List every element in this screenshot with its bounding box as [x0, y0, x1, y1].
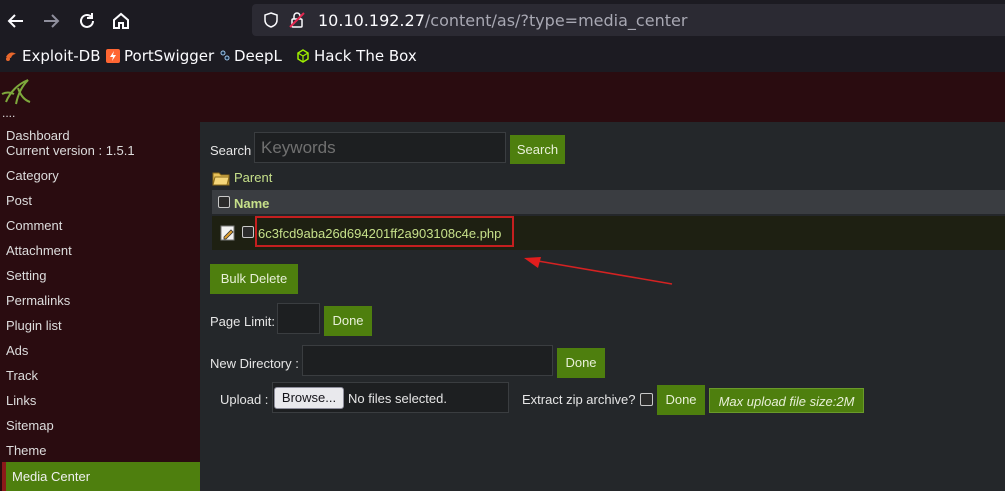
upload-label: Upload :: [220, 392, 269, 407]
sidebar-item-category[interactable]: Category: [6, 168, 59, 183]
reload-icon[interactable]: [74, 8, 100, 34]
max-upload-size-badge: Max upload file size:2M: [709, 388, 864, 413]
sidebar-item-attachment[interactable]: Attachment: [6, 243, 72, 258]
portswigger-icon: [106, 49, 120, 63]
select-all-checkbox[interactable]: [218, 196, 230, 208]
sidebar-item-setting[interactable]: Setting: [6, 268, 46, 283]
page-limit-label: Page Limit:: [210, 314, 276, 329]
upload-done-button[interactable]: Done: [657, 385, 705, 415]
logo-dots: ....: [2, 106, 16, 120]
sidebar-item-dashboard[interactable]: Dashboard: [6, 128, 70, 143]
parent-link[interactable]: Parent: [234, 170, 272, 185]
highlight-box: [255, 216, 514, 247]
sidebar-item-label: Media Center: [12, 469, 91, 484]
no-files-text: No files selected.: [348, 391, 447, 406]
file-row-checkbox[interactable]: [242, 226, 254, 238]
sidebar-item-media-center[interactable]: Media Center: [2, 462, 200, 491]
home-icon[interactable]: [108, 8, 134, 34]
version-text: Current version : 1.5.1: [6, 143, 135, 158]
sidebar-item-plugin-list[interactable]: Plugin list: [6, 318, 62, 333]
hackthebox-icon: [296, 49, 310, 63]
new-directory-input[interactable]: [302, 345, 553, 376]
deepl-icon: [220, 49, 230, 63]
name-column-header[interactable]: Name: [234, 196, 269, 211]
page: .... Dashboard Current version : 1.5.1 C…: [0, 72, 1005, 491]
search-placeholder: Keywords: [261, 138, 336, 157]
sidebar-item-theme[interactable]: Theme: [6, 443, 46, 458]
sidebar-item-links[interactable]: Links: [6, 393, 36, 408]
table-header: [212, 190, 1005, 214]
upload-field[interactable]: Browse... No files selected.: [272, 382, 509, 413]
new-directory-done-button[interactable]: Done: [557, 348, 605, 378]
sidebar-item-sitemap[interactable]: Sitemap: [6, 418, 54, 433]
search-label: Search: [210, 143, 252, 158]
bookmark-label: DeepL: [234, 47, 282, 65]
back-icon[interactable]: [3, 8, 29, 34]
new-directory-label: New Directory :: [210, 356, 299, 371]
sidebar: .... Dashboard Current version : 1.5.1 C…: [0, 72, 200, 491]
bookmark-label: Exploit-DB: [22, 47, 101, 65]
browse-button[interactable]: Browse...: [274, 387, 344, 409]
page-limit-input[interactable]: [277, 303, 320, 334]
bookmark-label: Hack The Box: [314, 47, 417, 65]
bookmark-hack-the-box[interactable]: Hack The Box: [296, 47, 417, 65]
bookmark-exploit-db[interactable]: Exploit-DB: [4, 47, 101, 65]
bookmark-label: PortSwigger: [124, 47, 215, 65]
sidebar-item-permalinks[interactable]: Permalinks: [6, 293, 70, 308]
extract-zip-checkbox[interactable]: [640, 393, 653, 406]
address-bar[interactable]: 10.10.192.27/content/as/?type=media_cent…: [252, 4, 1005, 36]
bookmark-portswigger[interactable]: PortSwigger: [106, 47, 214, 65]
sidebar-item-ads[interactable]: Ads: [6, 343, 28, 358]
media-center-panel: Search Keywords Search Parent Name 6c3fc…: [200, 122, 1005, 491]
browser-toolbar: 10.10.192.27/content/as/?type=media_cent…: [0, 0, 1005, 40]
sidebar-item-comment[interactable]: Comment: [6, 218, 62, 233]
url-text: 10.10.192.27/content/as/?type=media_cent…: [318, 11, 687, 30]
bookmarks-bar: Exploit-DB PortSwigger DeepL Hack The Bo…: [0, 40, 1005, 72]
shield-icon[interactable]: [262, 11, 280, 29]
sidebar-item-post[interactable]: Post: [6, 193, 32, 208]
url-path: /content/as/?type=media_center: [424, 11, 688, 30]
url-host: 10.10.192.27: [318, 11, 425, 30]
bookmark-deepl[interactable]: DeepL: [220, 47, 282, 65]
exploitdb-icon: [4, 49, 18, 63]
php-file-icon: [220, 225, 236, 241]
folder-icon[interactable]: [212, 170, 230, 186]
extract-zip-label: Extract zip archive?: [522, 392, 636, 407]
bulk-delete-button[interactable]: Bulk Delete: [210, 264, 298, 294]
forward-icon[interactable]: [38, 8, 64, 34]
sidebar-item-track[interactable]: Track: [6, 368, 38, 383]
page-limit-done-button[interactable]: Done: [324, 306, 372, 336]
search-input[interactable]: Keywords: [254, 132, 506, 163]
annotation-arrow-icon: [524, 257, 673, 285]
insecure-lock-icon[interactable]: [288, 11, 306, 29]
search-button[interactable]: Search: [510, 135, 565, 164]
